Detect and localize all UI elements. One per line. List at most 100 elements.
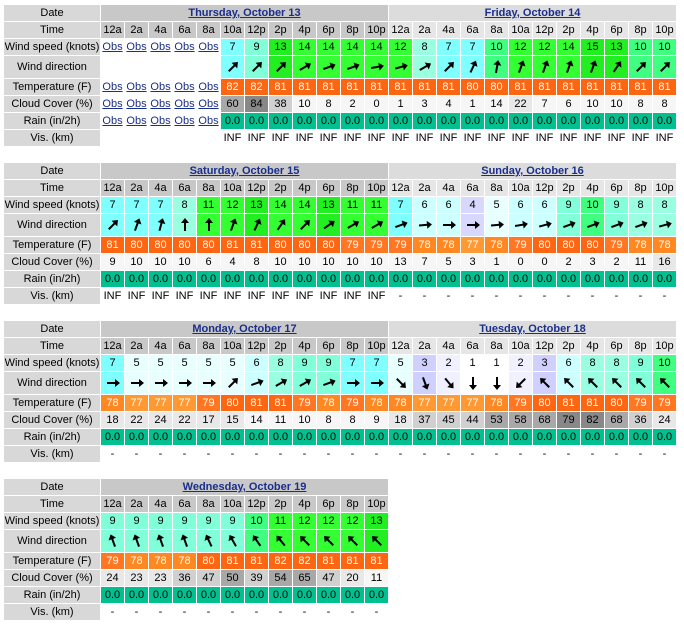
rain-cell: 0.0 — [197, 271, 220, 287]
day-link[interactable]: Sunday, October 16 — [389, 163, 676, 179]
row-label: Wind speed (knots) — [4, 355, 100, 371]
wind-direction-cell — [629, 372, 652, 394]
time-cell: 12a — [101, 180, 124, 196]
cloud-cover-cell: 4 — [221, 254, 244, 270]
temperature-cell: 80 — [485, 79, 508, 95]
wind-direction-cell — [461, 56, 484, 78]
obs-link[interactable]: Obs — [101, 39, 124, 55]
cloud-cover-cell: 65 — [293, 570, 316, 586]
time-cell: 12a — [101, 496, 124, 512]
wind-speed-cell: 3 — [533, 355, 556, 371]
rain-cell: 0.0 — [245, 429, 268, 445]
blank-cell — [173, 56, 196, 78]
rain-cell: 0.0 — [509, 113, 532, 129]
time-cell: 4p — [581, 180, 604, 196]
time-cell: 10a — [509, 338, 532, 354]
obs-link[interactable]: Obs — [173, 79, 196, 95]
obs-link[interactable]: Obs — [197, 96, 220, 112]
obs-link[interactable]: Obs — [125, 79, 148, 95]
wind-direction-cell — [245, 530, 268, 552]
temperature-cell: 77 — [173, 395, 196, 411]
wind-speed-cell: 6 — [437, 197, 460, 213]
wind-direction-cell — [581, 372, 604, 394]
obs-link[interactable]: Obs — [125, 39, 148, 55]
visibility-cell: - — [149, 446, 172, 462]
time-cell: 6p — [317, 338, 340, 354]
visibility-cell: - — [653, 288, 676, 304]
wind-arrow-icon — [225, 533, 241, 549]
wind-arrow-icon — [153, 217, 169, 233]
wind-arrow-icon — [513, 59, 529, 75]
wind-speed-cell: 8 — [413, 39, 436, 55]
day-link[interactable]: Thursday, October 13 — [101, 5, 388, 21]
wind-speed-cell: 5 — [149, 355, 172, 371]
temperature-cell: 77 — [149, 395, 172, 411]
wind-arrow-icon — [537, 217, 553, 233]
temperature-cell: 81 — [101, 237, 124, 253]
wind-arrow-icon — [369, 217, 385, 233]
wind-arrow-icon — [393, 59, 409, 75]
rain-cell: 0.0 — [365, 113, 388, 129]
wind-direction-cell — [197, 530, 220, 552]
time-cell: 10p — [653, 338, 676, 354]
obs-link[interactable]: Obs — [101, 79, 124, 95]
rain-cell: 0.0 — [245, 113, 268, 129]
obs-link[interactable]: Obs — [173, 39, 196, 55]
temperature-cell: 78 — [389, 395, 412, 411]
time-cell: 12p — [533, 338, 556, 354]
rain-cell: 0.0 — [101, 587, 124, 603]
day-link[interactable]: Monday, October 17 — [101, 321, 388, 337]
wind-arrow-icon — [609, 59, 625, 75]
obs-link[interactable]: Obs — [125, 113, 148, 129]
obs-link[interactable]: Obs — [173, 96, 196, 112]
obs-link[interactable]: Obs — [101, 96, 124, 112]
obs-link[interactable]: Obs — [197, 113, 220, 129]
obs-link[interactable]: Obs — [197, 39, 220, 55]
visibility-cell: - — [653, 446, 676, 462]
obs-link[interactable]: Obs — [149, 96, 172, 112]
cloud-cover-cell: 0 — [509, 254, 532, 270]
wind-arrow-icon — [249, 217, 265, 233]
cloud-cover-cell: 45 — [437, 412, 460, 428]
time-cell: 8a — [197, 180, 220, 196]
visibility-cell: INF — [581, 130, 604, 146]
obs-link[interactable]: Obs — [149, 79, 172, 95]
cloud-cover-cell: 7 — [413, 254, 436, 270]
time-cell: 6p — [317, 22, 340, 38]
visibility-cell: INF — [365, 288, 388, 304]
temperature-cell: 80 — [197, 553, 220, 569]
day-link[interactable]: Friday, October 14 — [389, 5, 676, 21]
time-cell: 8a — [197, 22, 220, 38]
visibility-cell — [149, 130, 172, 146]
day-link[interactable]: Tuesday, October 18 — [389, 321, 676, 337]
day-link[interactable]: Saturday, October 15 — [101, 163, 388, 179]
temperature-cell: 79 — [605, 237, 628, 253]
wind-arrow-icon — [297, 375, 313, 391]
temperature-cell: 79 — [389, 237, 412, 253]
time-cell: 2a — [125, 496, 148, 512]
wind-arrow-icon — [129, 217, 145, 233]
time-cell: 4p — [293, 496, 316, 512]
obs-link[interactable]: Obs — [101, 113, 124, 129]
wind-direction-cell — [341, 56, 364, 78]
wind-direction-cell — [341, 530, 364, 552]
cloud-cover-cell: 8 — [341, 412, 364, 428]
wind-arrow-icon — [585, 217, 601, 233]
time-cell: 10p — [653, 22, 676, 38]
time-cell: 12a — [389, 22, 412, 38]
rain-cell: 0.0 — [101, 429, 124, 445]
obs-link[interactable]: Obs — [149, 39, 172, 55]
rain-cell: 0.0 — [197, 587, 220, 603]
obs-link[interactable]: Obs — [173, 113, 196, 129]
day-link[interactable]: Wednesday, October 19 — [101, 479, 388, 495]
obs-link[interactable]: Obs — [125, 96, 148, 112]
visibility-cell: - — [221, 446, 244, 462]
obs-link[interactable]: Obs — [197, 79, 220, 95]
cloud-cover-cell: 10 — [173, 254, 196, 270]
rain-cell: 0.0 — [149, 271, 172, 287]
wind-arrow-icon — [321, 59, 337, 75]
wind-direction-cell — [317, 214, 340, 236]
wind-speed-cell: 9 — [605, 197, 628, 213]
obs-link[interactable]: Obs — [149, 113, 172, 129]
wind-speed-cell: 8 — [581, 355, 604, 371]
